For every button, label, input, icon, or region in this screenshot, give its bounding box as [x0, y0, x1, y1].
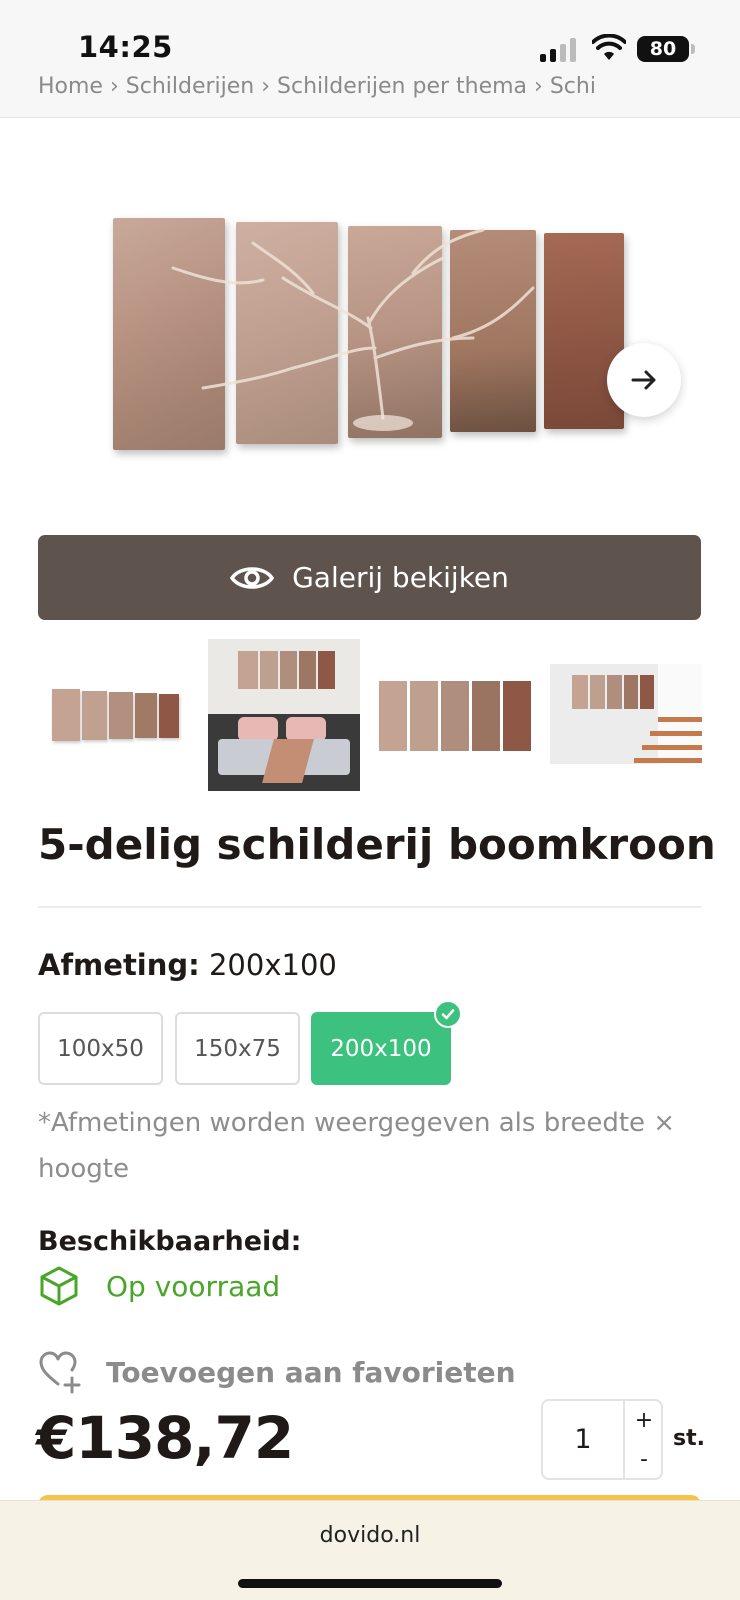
eye-icon: [230, 566, 275, 589]
quantity-increase-button[interactable]: +: [627, 1401, 661, 1439]
thumbnail-3[interactable]: [379, 639, 531, 791]
heart-plus-icon[interactable]: [38, 1350, 82, 1394]
size-value: 200x100: [208, 948, 337, 982]
availability-label: Beschikbaarheid:: [38, 1226, 302, 1257]
thumbnail-strip: [38, 639, 702, 791]
add-to-favorites[interactable]: Toevoegen aan favorieten: [106, 1356, 516, 1389]
next-image-button[interactable]: [607, 343, 681, 417]
home-indicator[interactable]: [238, 1579, 502, 1588]
quantity-input[interactable]: 1: [543, 1401, 625, 1478]
breadcrumb[interactable]: Home › Schilderijen › Schilderijen per t…: [38, 74, 596, 99]
browser-address-bar[interactable]: dovido.nl: [0, 1500, 740, 1600]
view-gallery-label: Galerij bekijken: [292, 561, 509, 594]
battery-indicator: 80: [637, 36, 695, 62]
signal-icon: [540, 38, 578, 62]
size-option-100x50[interactable]: 100x50: [38, 1012, 163, 1085]
size-label: Afmeting:: [38, 948, 200, 982]
domain-label[interactable]: dovido.nl: [0, 1523, 740, 1548]
status-bar: 14:25 80 Home › Schilderijen › Schilderi…: [0, 0, 740, 118]
box-icon: [40, 1266, 78, 1306]
product-price: €138,72: [36, 1404, 294, 1472]
size-row: Afmeting: 200x100: [38, 948, 337, 982]
size-note: *Afmetingen worden weergegeven als breed…: [38, 1108, 676, 1184]
thumbnail-2[interactable]: [208, 639, 360, 791]
product-title: 5-delig schilderij boomkroon: [38, 820, 716, 869]
status-time: 14:25: [78, 30, 173, 64]
check-icon: [434, 1000, 462, 1028]
thumbnail-1[interactable]: [38, 639, 190, 791]
quantity-stepper: 1 + -: [541, 1399, 663, 1480]
availability-value: Op voorraad: [106, 1270, 281, 1303]
size-option-150x75[interactable]: 150x75: [175, 1012, 300, 1085]
thumbnail-4[interactable]: [550, 639, 702, 791]
divider: [38, 906, 701, 908]
arrow-right-icon: [631, 370, 656, 390]
size-option-200x100[interactable]: 200x100: [311, 1012, 451, 1085]
product-hero-image[interactable]: [38, 160, 702, 510]
quantity-unit: st.: [673, 1426, 705, 1451]
quantity-decrease-button[interactable]: -: [627, 1440, 661, 1478]
wifi-icon: [592, 34, 626, 60]
tree-illustration: [171, 228, 535, 431]
view-gallery-button[interactable]: Galerij bekijken: [38, 535, 701, 620]
